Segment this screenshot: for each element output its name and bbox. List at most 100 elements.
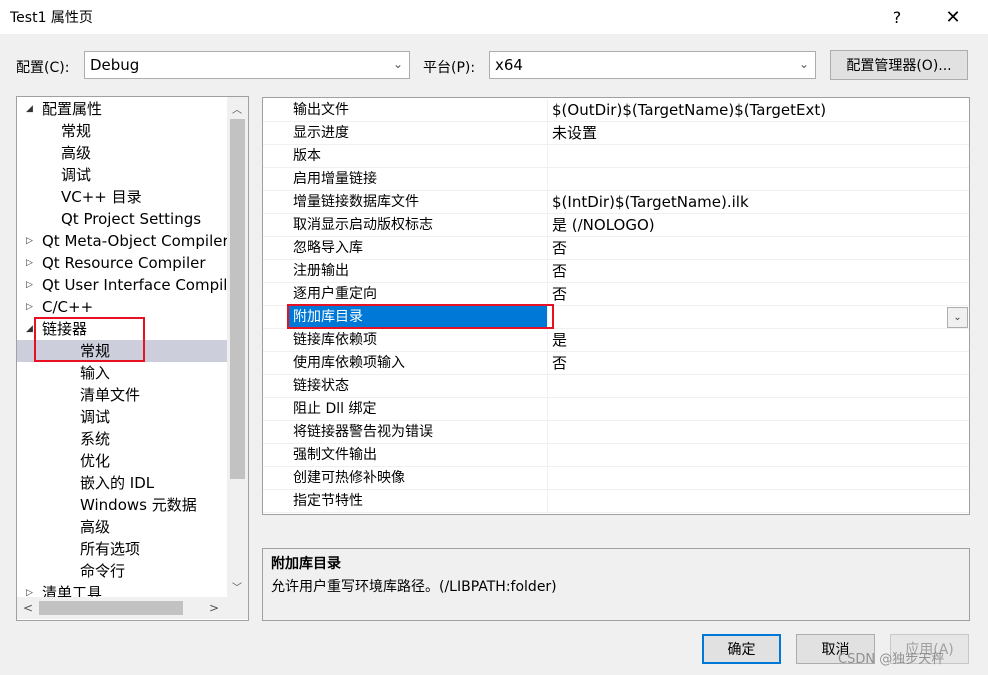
- tree-item-label: Windows 元数据: [80, 496, 197, 514]
- ok-button[interactable]: 确定: [702, 634, 781, 664]
- property-row[interactable]: 将链接器警告视为错误: [263, 421, 969, 444]
- property-row[interactable]: 强制文件输出: [263, 444, 969, 467]
- property-row[interactable]: 输出文件 $(OutDir)$(TargetName)$(TargetExt): [263, 99, 969, 122]
- property-value[interactable]: [547, 398, 967, 420]
- property-value[interactable]: $(OutDir)$(TargetName)$(TargetExt): [547, 99, 967, 121]
- scroll-right-icon[interactable]: >: [209, 601, 219, 615]
- tree-item[interactable]: 调试: [17, 406, 227, 428]
- tree-item[interactable]: 清单文件: [17, 384, 227, 406]
- description-pane: 附加库目录 允许用户重写环境库路径。(/LIBPATH:folder): [262, 548, 970, 621]
- tree-item[interactable]: VC++ 目录: [17, 186, 227, 208]
- property-row[interactable]: 创建可热修补映像: [263, 467, 969, 490]
- property-value[interactable]: [547, 444, 967, 466]
- property-grid[interactable]: 输出文件 $(OutDir)$(TargetName)$(TargetExt) 显示…: [262, 97, 970, 515]
- property-row[interactable]: 显示进度 未设置: [263, 122, 969, 145]
- property-tree[interactable]: ◢ 配置属性 常规 高级 调试 VC++ 目录 Qt Project Settings ▷ Qt…: [16, 96, 249, 621]
- tree-hscroll-thumb[interactable]: [39, 601, 183, 615]
- tree-item[interactable]: Windows 元数据: [17, 494, 227, 516]
- tree-horizontal-scrollbar[interactable]: < >: [17, 597, 227, 619]
- property-value[interactable]: 否: [547, 283, 967, 305]
- property-name: 启用增量链接: [293, 171, 377, 187]
- collapsed-arrow-icon[interactable]: ▷: [26, 252, 33, 274]
- tree-item[interactable]: 优化: [17, 450, 227, 472]
- tree-item[interactable]: ▷ Qt Resource Compiler: [17, 252, 227, 274]
- tree-vertical-scrollbar[interactable]: ︿ ﹀: [227, 97, 248, 597]
- property-row[interactable]: 链接库依赖项 是: [263, 329, 969, 352]
- property-value[interactable]: [547, 145, 967, 167]
- property-value[interactable]: $(IntDir)$(TargetName).ilk: [547, 191, 967, 213]
- property-value[interactable]: [547, 467, 967, 489]
- property-name: 链接状态: [293, 378, 349, 394]
- tree-item-label: 清单文件: [80, 386, 141, 404]
- expanded-arrow-icon[interactable]: ◢: [26, 318, 33, 340]
- tree-item[interactable]: 常规: [17, 120, 227, 142]
- property-value[interactable]: 是: [547, 329, 967, 351]
- property-value[interactable]: 否: [547, 237, 967, 259]
- dropdown-arrow-icon[interactable]: ⌄: [947, 307, 968, 328]
- tree-item[interactable]: 常规: [17, 340, 227, 362]
- help-icon: ?: [892, 7, 902, 27]
- tree-item[interactable]: 系统: [17, 428, 227, 450]
- property-value[interactable]: [547, 421, 967, 443]
- property-name: 使用库依赖项输入: [293, 355, 405, 371]
- tree-item-label: 输入: [80, 364, 111, 382]
- tree-item-label: Qt Meta-Object Compiler: [42, 232, 227, 250]
- scroll-left-icon[interactable]: <: [23, 601, 33, 615]
- tree-item[interactable]: Qt Project Settings: [17, 208, 227, 230]
- watermark: CSDN @独步天秤: [838, 652, 945, 667]
- scroll-down-icon[interactable]: ﹀: [232, 579, 242, 594]
- collapsed-arrow-icon[interactable]: ▷: [26, 296, 33, 318]
- property-name: 阻止 Dll 绑定: [293, 401, 377, 417]
- property-value[interactable]: [547, 168, 967, 190]
- config-select[interactable]: Debug ⌄: [84, 51, 410, 79]
- property-row[interactable]: 指定节特性: [263, 490, 969, 513]
- property-name: 显示进度: [293, 125, 349, 141]
- platform-select[interactable]: x64 ⌄: [489, 51, 816, 79]
- collapsed-arrow-icon[interactable]: ▷: [26, 274, 33, 296]
- help-button[interactable]: ?: [874, 0, 920, 34]
- property-row[interactable]: 版本: [263, 145, 969, 168]
- config-label: 配置(C):: [16, 60, 70, 76]
- tree-item-label: 高级: [61, 144, 92, 162]
- tree-item-label: 调试: [61, 166, 92, 184]
- property-name: 链接库依赖项: [293, 332, 377, 348]
- expanded-arrow-icon[interactable]: ◢: [26, 98, 33, 120]
- tree-item[interactable]: ▷ C/C++: [17, 296, 227, 318]
- tree-item[interactable]: 高级: [17, 142, 227, 164]
- tree-item-label: 配置属性: [42, 100, 103, 118]
- property-value[interactable]: [547, 375, 967, 397]
- property-value[interactable]: 否: [547, 352, 967, 374]
- tree-item[interactable]: 嵌入的 IDL: [17, 472, 227, 494]
- property-row[interactable]: 逐用户重定向 否: [263, 283, 969, 306]
- tree-item-label: VC++ 目录: [61, 188, 142, 206]
- tree-scroll-thumb[interactable]: [230, 119, 245, 479]
- property-value[interactable]: 未设置: [547, 122, 967, 144]
- tree-item[interactable]: 调试: [17, 164, 227, 186]
- property-value[interactable]: [547, 490, 967, 512]
- scroll-up-icon[interactable]: ︿: [232, 101, 242, 116]
- property-row[interactable]: 忽略导入库 否: [263, 237, 969, 260]
- tree-item[interactable]: ◢ 配置属性: [17, 98, 227, 120]
- property-row[interactable]: 取消显示启动版权标志 是 (/NOLOGO): [263, 214, 969, 237]
- property-row[interactable]: 启用增量链接: [263, 168, 969, 191]
- description-text: 允许用户重写环境库路径。(/LIBPATH:folder): [271, 579, 557, 595]
- property-row[interactable]: 链接状态: [263, 375, 969, 398]
- property-row[interactable]: 注册输出 否: [263, 260, 969, 283]
- property-row[interactable]: 阻止 Dll 绑定: [263, 398, 969, 421]
- property-row[interactable]: 附加库目录 ⌄: [263, 306, 969, 329]
- tree-item[interactable]: 输入: [17, 362, 227, 384]
- property-value[interactable]: [547, 306, 967, 328]
- tree-item[interactable]: ◢ 链接器: [17, 318, 227, 340]
- tree-item[interactable]: 所有选项: [17, 538, 227, 560]
- tree-item[interactable]: ▷ Qt User Interface Compiler: [17, 274, 227, 296]
- property-row[interactable]: 使用库依赖项输入 否: [263, 352, 969, 375]
- property-value[interactable]: 否: [547, 260, 967, 282]
- property-row[interactable]: 增量链接数据库文件 $(IntDir)$(TargetName).ilk: [263, 191, 969, 214]
- collapsed-arrow-icon[interactable]: ▷: [26, 230, 33, 252]
- close-button[interactable]: ✕: [930, 0, 976, 34]
- tree-item[interactable]: ▷ Qt Meta-Object Compiler: [17, 230, 227, 252]
- tree-item[interactable]: 命令行: [17, 560, 227, 582]
- tree-item[interactable]: 高级: [17, 516, 227, 538]
- property-value[interactable]: 是 (/NOLOGO): [547, 214, 967, 236]
- config-manager-button[interactable]: 配置管理器(O)...: [830, 50, 968, 80]
